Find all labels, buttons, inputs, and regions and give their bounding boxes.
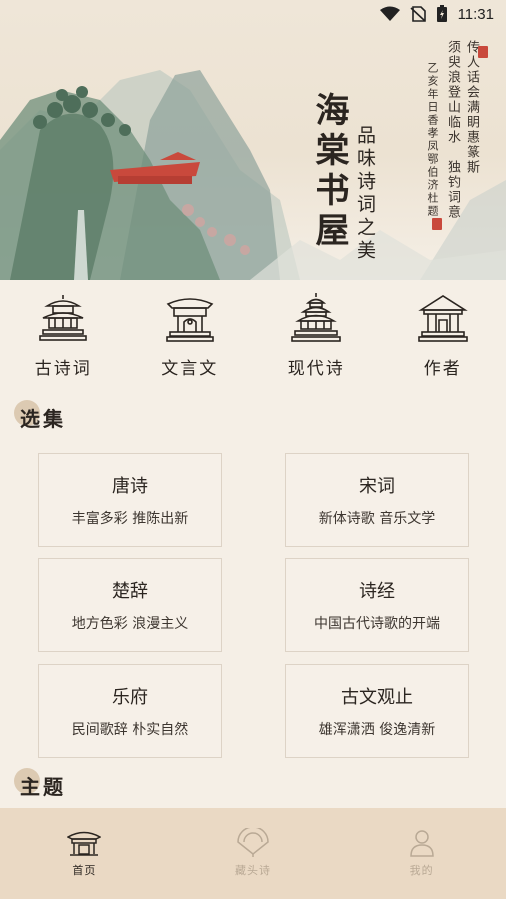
category-label: 作者 xyxy=(423,359,462,379)
calligraphy-line: 须臾浪登山临水 xyxy=(445,40,460,145)
category-bar: 古诗词 文言文 现代诗 作者 xyxy=(0,292,506,382)
card-gu-wen-guan-zhi[interactable]: 古文观止 雄浑潇洒 俊逸清新 xyxy=(285,664,469,758)
category-label: 现代诗 xyxy=(287,359,345,379)
section-title: 选集 xyxy=(20,406,66,431)
home-pavilion-icon xyxy=(67,831,102,856)
category-modern-poetry[interactable]: 现代诗 xyxy=(253,292,380,382)
card-song-ci[interactable]: 宋词 新体诗歌 音乐文学 xyxy=(285,453,469,547)
nav-label: 首页 xyxy=(72,864,97,877)
category-authors[interactable]: 作者 xyxy=(380,292,506,382)
card-yue-fu[interactable]: 乐府 民间歌辞 朴实自然 xyxy=(38,664,222,758)
app-title: 海棠书屋 xyxy=(309,92,349,252)
card-subtitle: 丰富多彩 推陈出新 xyxy=(71,511,189,527)
category-label: 古诗词 xyxy=(34,359,92,379)
card-title: 古文观止 xyxy=(341,687,413,708)
section-header-theme: 主题 xyxy=(14,768,66,802)
user-icon xyxy=(409,830,434,857)
section-header-selection: 选集 xyxy=(14,400,66,434)
no-sim-icon xyxy=(410,6,426,22)
card-title: 乐府 xyxy=(112,687,148,708)
seal-stamp xyxy=(432,218,442,230)
clock: 11:31 xyxy=(457,5,494,23)
fan-icon xyxy=(237,828,269,857)
card-tang-poetry[interactable]: 唐诗 丰富多彩 推陈出新 xyxy=(38,453,222,547)
category-classical-prose[interactable]: 文言文 xyxy=(127,292,254,382)
card-subtitle: 新体诗歌 音乐文学 xyxy=(318,511,436,527)
nav-label: 藏头诗 xyxy=(235,864,271,877)
card-subtitle: 地方色彩 浪漫主义 xyxy=(71,616,189,632)
header-banner: 海棠书屋 品味诗词之美 传人话会满眀惠篆斯 须臾浪登山临水 独钓词意 乙亥年日香… xyxy=(0,0,506,280)
app-subtitle: 品味诗词之美 xyxy=(354,125,376,263)
battery-charging-icon xyxy=(436,5,447,22)
card-title: 诗经 xyxy=(359,581,395,602)
wifi-icon xyxy=(379,6,400,21)
card-subtitle: 雄浑潇洒 俊逸清新 xyxy=(318,722,436,738)
calligraphy-line: 独钓词意 xyxy=(445,160,460,220)
nav-home[interactable]: 首页 xyxy=(0,808,169,899)
bottom-nav: 首页 藏头诗 我的 xyxy=(0,808,506,899)
card-chu-ci[interactable]: 楚辞 地方色彩 浪漫主义 xyxy=(38,558,222,652)
card-title: 宋词 xyxy=(359,476,395,497)
card-title: 楚辞 xyxy=(112,581,148,602)
temple-of-heaven-icon xyxy=(291,293,342,342)
card-subtitle: 中国古代诗歌的开端 xyxy=(314,616,440,632)
nav-label: 我的 xyxy=(409,864,434,877)
calligraphy-line: 乙亥年日香孝凤鄂伯济杜题 xyxy=(426,62,439,218)
category-ancient-poetry[interactable]: 古诗词 xyxy=(0,292,127,382)
card-title: 唐诗 xyxy=(112,476,148,497)
card-subtitle: 民间歌辞 朴实自然 xyxy=(71,722,189,738)
gate-icon xyxy=(165,298,214,342)
card-shi-jing[interactable]: 诗经 中国古代诗歌的开端 xyxy=(285,558,469,652)
calligraphy-line: 传人话会满眀惠篆斯 xyxy=(464,40,479,175)
pavilion-icon xyxy=(39,295,88,341)
section-title: 主题 xyxy=(20,774,66,799)
nav-acrostic[interactable]: 藏头诗 xyxy=(169,808,338,899)
category-label: 文言文 xyxy=(161,359,219,379)
nav-profile[interactable]: 我的 xyxy=(337,808,506,899)
status-bar: 11:31 xyxy=(0,0,506,28)
hall-icon xyxy=(417,295,468,342)
seal-stamp xyxy=(478,46,488,58)
